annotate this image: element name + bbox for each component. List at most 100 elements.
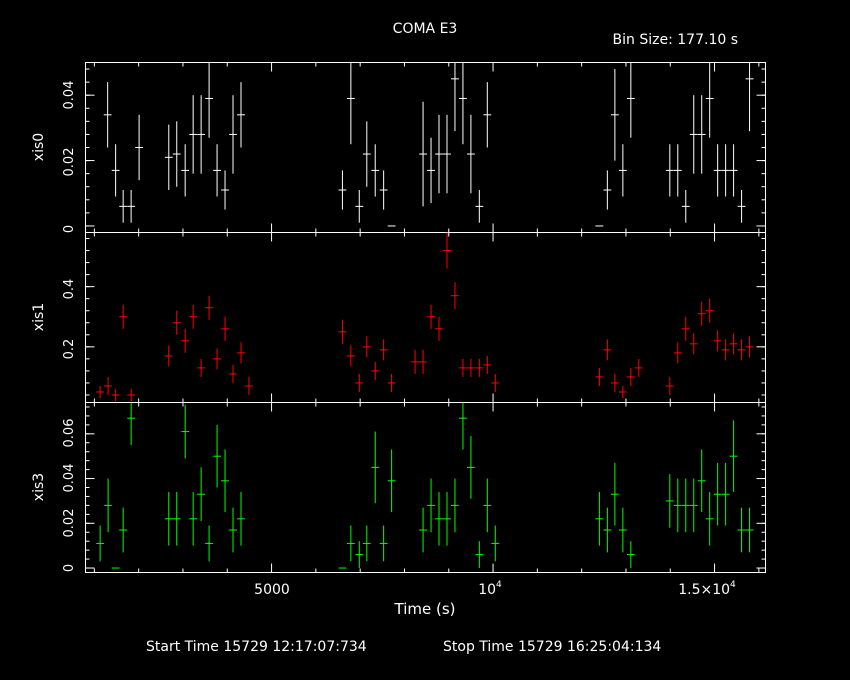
data-point-xis1 <box>197 358 206 377</box>
data-point-xis3 <box>237 491 245 546</box>
data-point-xis1 <box>618 385 627 398</box>
data-point-xis0 <box>371 144 380 197</box>
data-point-xis3 <box>673 478 682 533</box>
y-tick-label-xis0-0: 0 <box>62 225 77 233</box>
data-point-xis3 <box>729 420 738 492</box>
data-point-xis0 <box>610 69 619 161</box>
data-point-xis3 <box>705 491 714 546</box>
plot-title: COMA E3 <box>393 21 458 37</box>
data-point-xis3 <box>104 478 113 533</box>
data-point-xis3 <box>371 431 380 504</box>
data-point-xis1 <box>213 348 221 370</box>
data-point-xis1 <box>737 339 746 361</box>
data-point-xis1 <box>705 298 714 323</box>
data-point-xis3 <box>181 404 190 459</box>
y-label-xis1: xis1 <box>31 303 47 331</box>
data-point-xis3 <box>119 507 128 553</box>
data-point-xis0 <box>618 144 627 197</box>
data-point-xis3 <box>595 491 604 546</box>
data-point-xis3 <box>443 491 451 546</box>
panel-xis1-frame <box>85 232 766 403</box>
data-point-xis3 <box>427 478 435 533</box>
data-marks <box>96 62 754 569</box>
data-point-xis3 <box>229 507 237 553</box>
y-tick-label-xis3-2: 0.04 <box>62 464 77 493</box>
stop-time-label: Stop Time 15729 16:25:04:134 <box>443 639 661 655</box>
data-point-xis3 <box>483 478 492 533</box>
data-point-xis1 <box>419 349 427 374</box>
data-point-xis0 <box>135 114 144 181</box>
data-point-xis3 <box>205 525 214 562</box>
data-point-xis0 <box>127 190 136 223</box>
data-point-xis1 <box>181 328 190 353</box>
x-tick-label-15000: 1.5×104 <box>678 580 736 598</box>
data-point-xis1 <box>603 339 612 361</box>
data-point-xis3 <box>221 449 229 513</box>
data-point-xis1 <box>745 336 754 358</box>
data-point-xis0 <box>689 95 698 174</box>
data-point-xis3 <box>172 491 181 546</box>
data-point-xis3 <box>189 491 198 546</box>
y-tick-label-xis0-2: 0.04 <box>62 81 77 110</box>
data-point-xis3 <box>387 449 396 513</box>
start-time-label: Start Time 15729 12:17:07:734 <box>146 639 367 655</box>
data-point-xis3 <box>603 507 612 553</box>
data-point-xis3 <box>689 478 698 533</box>
data-point-xis0 <box>673 144 682 197</box>
data-point-xis3 <box>697 449 706 513</box>
data-point-xis0 <box>459 62 467 145</box>
data-point-xis1 <box>427 304 435 329</box>
y-tick-label-xis3-3: 0.06 <box>62 419 77 448</box>
data-point-xis3 <box>737 507 746 553</box>
data-point-xis1 <box>634 358 643 377</box>
data-point-xis3 <box>713 462 722 526</box>
data-point-xis0 <box>626 62 635 138</box>
data-point-xis0 <box>737 190 746 223</box>
data-point-xis1 <box>475 358 484 377</box>
data-point-xis0 <box>419 101 427 207</box>
data-point-xis0 <box>745 62 754 132</box>
y-tick-label-xis1-0: 0.2 <box>62 339 77 360</box>
data-point-xis3 <box>681 478 690 533</box>
data-point-xis1 <box>443 232 451 269</box>
data-point-xis0 <box>229 95 237 174</box>
y-tick-label-xis3-0: 0 <box>62 564 77 572</box>
data-point-xis1 <box>387 373 396 392</box>
data-point-xis3 <box>665 474 674 528</box>
data-point-xis0 <box>355 190 364 223</box>
data-point-xis3 <box>435 491 443 546</box>
x-tick-label-15000-base: 1.5×10 <box>678 582 730 598</box>
data-point-xis0 <box>451 62 459 132</box>
x-tick-label-10000-base: 10 <box>478 582 496 598</box>
data-point-xis1 <box>221 316 229 341</box>
data-point-xis3 <box>491 525 500 562</box>
data-point-xis3 <box>459 402 467 450</box>
data-point-xis1 <box>189 304 198 329</box>
data-point-xis0 <box>164 124 173 190</box>
data-point-xis1 <box>626 367 635 386</box>
x-tick-label-5000: 5000 <box>254 582 290 598</box>
data-point-xis0 <box>379 170 388 210</box>
bin-size-label: Bin Size: 177.10 s <box>613 32 738 48</box>
data-point-xis0 <box>729 144 738 197</box>
data-point-xis0 <box>237 82 245 148</box>
data-point-xis0 <box>362 121 371 187</box>
data-point-xis1 <box>729 333 738 355</box>
data-point-xis0 <box>119 190 128 223</box>
light-curve-figure: COMA E3 Bin Size: 177.10 s xis0 xis1 xis… <box>31 21 766 655</box>
x-tick-label-15000-exp: 4 <box>730 580 736 590</box>
data-point-xis3 <box>451 478 459 533</box>
data-point-xis0 <box>338 170 347 210</box>
data-point-xis0 <box>705 62 714 138</box>
data-point-xis1 <box>119 304 128 329</box>
data-point-xis0 <box>111 144 120 197</box>
data-point-xis0 <box>681 190 690 223</box>
data-point-xis1 <box>111 388 120 401</box>
data-point-xis3 <box>127 402 136 445</box>
x-axis-label: Time (s) <box>394 600 456 618</box>
data-point-xis0 <box>189 95 198 174</box>
data-point-xis1 <box>96 385 105 398</box>
data-point-xis1 <box>451 282 459 310</box>
data-point-xis3 <box>346 525 355 562</box>
data-point-xis1 <box>610 373 619 392</box>
